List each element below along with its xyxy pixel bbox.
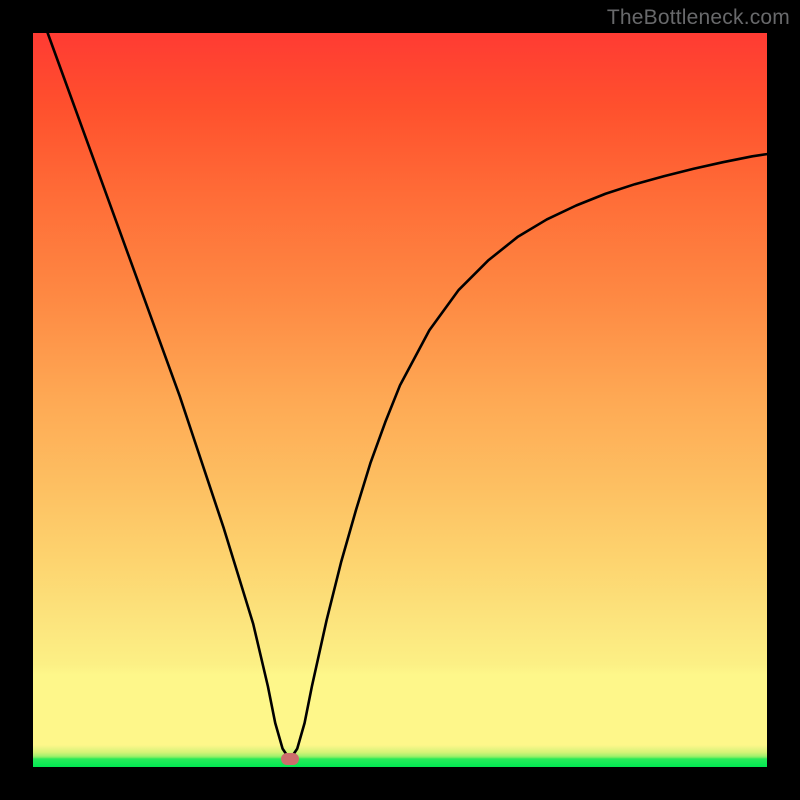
optimum-marker xyxy=(281,753,299,765)
plot-area xyxy=(33,33,767,767)
bottleneck-curve xyxy=(33,33,767,767)
watermark-text: TheBottleneck.com xyxy=(607,6,790,30)
curve-path xyxy=(48,33,767,760)
chart-frame: TheBottleneck.com xyxy=(0,0,800,800)
